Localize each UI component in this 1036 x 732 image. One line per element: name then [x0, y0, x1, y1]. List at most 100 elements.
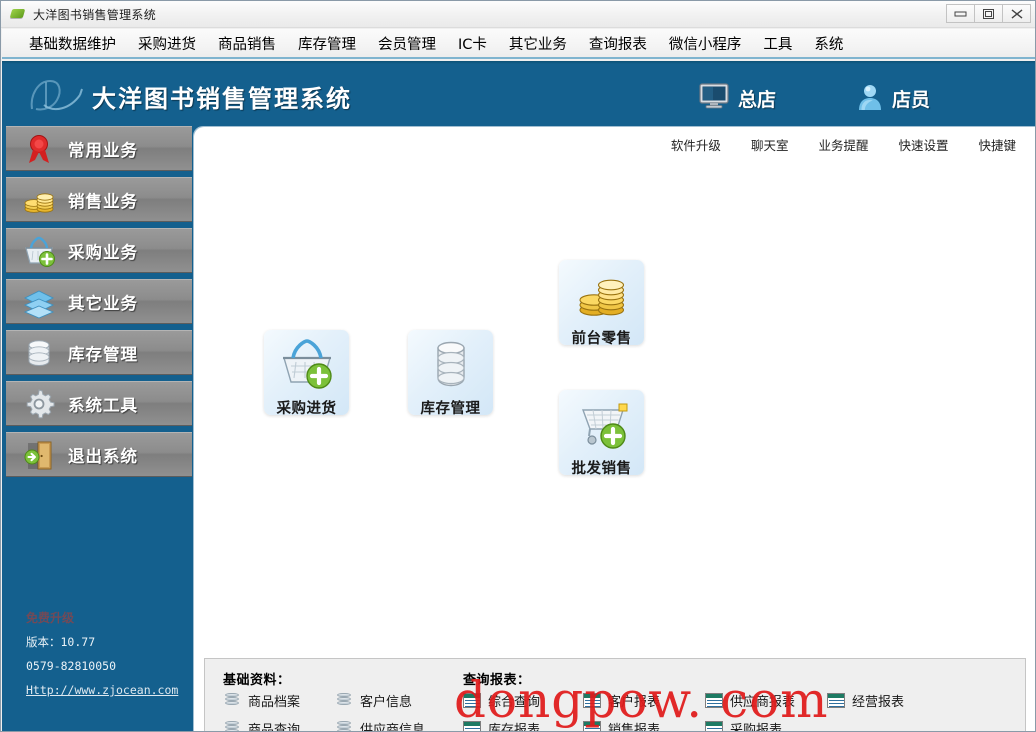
- link-label: 商品档案: [248, 695, 301, 710]
- quick-link-shortcuts[interactable]: 快捷键: [978, 135, 1016, 154]
- report-grid-icon: [463, 693, 481, 708]
- quick-link-quick-settings[interactable]: 快速设置: [898, 135, 948, 154]
- report-grid-icon: [583, 721, 601, 731]
- maximize-icon[interactable]: [974, 4, 1003, 23]
- report-column-3: 供应商报表 采购报表 财务、运营: [705, 691, 795, 732]
- window-controls: [946, 4, 1031, 23]
- content-panel: 软件升级 聊天室 业务提醒 快速设置 快捷键 采购进货 库存管理 前台零售 批发…: [194, 127, 1035, 732]
- coins-icon: [22, 183, 56, 217]
- book-icon: [9, 6, 26, 22]
- application-window: 大洋图书销售管理系统 基础数据维护 采购进货 商品销售 库存管理 会员管理 IC…: [0, 0, 1036, 732]
- layers-icon: [22, 285, 56, 319]
- link-customer-report[interactable]: 客户报表: [583, 691, 673, 710]
- link-purchase-report[interactable]: 采购报表: [705, 719, 795, 732]
- link-customer-info[interactable]: 客户信息: [335, 691, 425, 710]
- menu-item-1[interactable]: 采购进货: [127, 29, 207, 58]
- report-grid-icon: [463, 721, 481, 731]
- sidebar-item-exit[interactable]: 退出系统: [6, 432, 192, 477]
- sidebar-item-label: 系统工具: [68, 395, 138, 415]
- store-indicator[interactable]: 总店: [699, 83, 776, 113]
- sidebar-item-stock-management[interactable]: 库存管理: [6, 330, 192, 375]
- tile-label: 采购进货: [276, 401, 337, 417]
- database-icon: [335, 693, 353, 708]
- report-column-4: 经营报表: [827, 691, 904, 710]
- link-product-archive[interactable]: 商品档案: [223, 691, 300, 710]
- sidebar-item-other-business[interactable]: 其它业务: [6, 279, 192, 324]
- promo-text: 免费升级: [26, 611, 75, 625]
- menu-bar: 基础数据维护 采购进货 商品销售 库存管理 会员管理 IC卡 其它业务 查询报表…: [2, 29, 1035, 59]
- database-icon: [422, 336, 480, 395]
- link-label: 综合查询: [488, 695, 541, 710]
- bottom-heading-report: 查询报表：: [463, 673, 531, 688]
- monitor-icon: [699, 83, 729, 113]
- menu-item-8[interactable]: 微信小程序: [658, 29, 753, 58]
- sidebar-item-label: 采购业务: [68, 242, 138, 262]
- app-body: 大洋图书销售管理系统 总店 店员 常用业务 销售业务 采购业务 其它业务 库存管…: [2, 61, 1035, 732]
- menu-item-9[interactable]: 工具: [752, 29, 803, 58]
- bottom-panel: 基础资料： 查询报表： 商品档案 商品查询 客户信息 供应商信息 综合查询 库存…: [204, 658, 1026, 732]
- link-comprehensive-query[interactable]: 综合查询: [463, 691, 540, 710]
- menu-item-7[interactable]: 查询报表: [578, 29, 658, 58]
- link-label: 经营报表: [852, 695, 905, 710]
- sidebar-info: 免费升级 版本：10.77 0579-82810050 Http://www.z…: [26, 606, 191, 702]
- menu-item-3[interactable]: 库存管理: [287, 29, 367, 58]
- link-stock-report[interactable]: 库存报表: [463, 719, 541, 732]
- quick-link-chatroom[interactable]: 聊天室: [751, 135, 789, 154]
- tile-label: 前台零售: [571, 331, 632, 347]
- exit-door-icon: [22, 438, 56, 472]
- menu-item-6[interactable]: 其它业务: [498, 29, 578, 58]
- user-label: 店员: [892, 89, 931, 111]
- d-swash-logo-icon: [24, 75, 86, 117]
- brand-title: 大洋图书销售管理系统: [92, 84, 352, 113]
- gear-icon: [22, 387, 56, 421]
- menu-item-4[interactable]: 会员管理: [367, 29, 447, 58]
- report-column-1: 综合查询 库存报表 会员报表: [463, 691, 541, 732]
- sidebar-item-label: 库存管理: [68, 344, 138, 364]
- sidebar-item-sales-business[interactable]: 销售业务: [6, 177, 192, 222]
- tile-stock-management[interactable]: 库存管理: [408, 330, 493, 417]
- report-grid-icon: [583, 693, 601, 708]
- menu-item-5[interactable]: IC卡: [447, 29, 498, 58]
- menu-item-0[interactable]: 基础数据维护: [18, 29, 127, 58]
- user-indicator[interactable]: 店员: [857, 83, 930, 114]
- sidebar-item-purchase-business[interactable]: 采购业务: [6, 228, 192, 273]
- link-sales-report[interactable]: 销售报表: [583, 719, 673, 732]
- tile-label: 库存管理: [420, 401, 481, 417]
- link-label: 销售报表: [608, 723, 661, 732]
- quick-link-business-reminder[interactable]: 业务提醒: [818, 135, 868, 154]
- link-label: 客户报表: [608, 695, 661, 710]
- link-label: 库存报表: [488, 723, 541, 732]
- link-product-query[interactable]: 商品查询: [223, 719, 301, 732]
- database-icon: [223, 721, 241, 731]
- link-label: 商品查询: [248, 723, 301, 732]
- website-link[interactable]: Http://www.zjocean.com: [26, 678, 191, 702]
- minimize-icon[interactable]: [946, 4, 975, 23]
- sidebar-item-common-business[interactable]: 常用业务: [6, 126, 192, 171]
- link-label: 客户信息: [360, 695, 413, 710]
- ribbon-icon: [22, 132, 56, 166]
- sidebar-item-label: 常用业务: [68, 140, 138, 160]
- link-label: 采购报表: [730, 723, 783, 732]
- link-label: 供应商报表: [730, 695, 796, 710]
- quick-link-software-upgrade[interactable]: 软件升级: [671, 135, 721, 154]
- link-supplier-info[interactable]: 供应商信息: [335, 719, 425, 731]
- sidebar-item-label: 其它业务: [68, 293, 138, 313]
- tile-wholesale-sales[interactable]: 批发销售: [559, 390, 644, 477]
- tile-front-desk-retail[interactable]: 前台零售: [559, 260, 644, 347]
- close-icon[interactable]: [1002, 4, 1031, 23]
- phone-text: 0579-82810050: [26, 659, 117, 673]
- link-supplier-report[interactable]: 供应商报表: [705, 691, 795, 710]
- menu-item-10[interactable]: 系统: [803, 29, 854, 58]
- tile-purchase-receiving[interactable]: 采购进货: [264, 330, 349, 417]
- menu-item-2[interactable]: 商品销售: [207, 29, 287, 58]
- coins-icon: [573, 266, 631, 325]
- title-bar: 大洋图书销售管理系统: [1, 1, 1035, 28]
- basket-add-icon: [22, 234, 56, 268]
- brand: 大洋图书销售管理系统: [24, 75, 352, 117]
- database-icon: [223, 693, 241, 708]
- link-operation-report[interactable]: 经营报表: [827, 691, 904, 710]
- sidebar-item-system-tools[interactable]: 系统工具: [6, 381, 192, 426]
- version-text: 版本：10.77: [26, 635, 96, 649]
- store-label: 总店: [738, 88, 777, 111]
- sidebar-item-label: 销售业务: [68, 191, 138, 211]
